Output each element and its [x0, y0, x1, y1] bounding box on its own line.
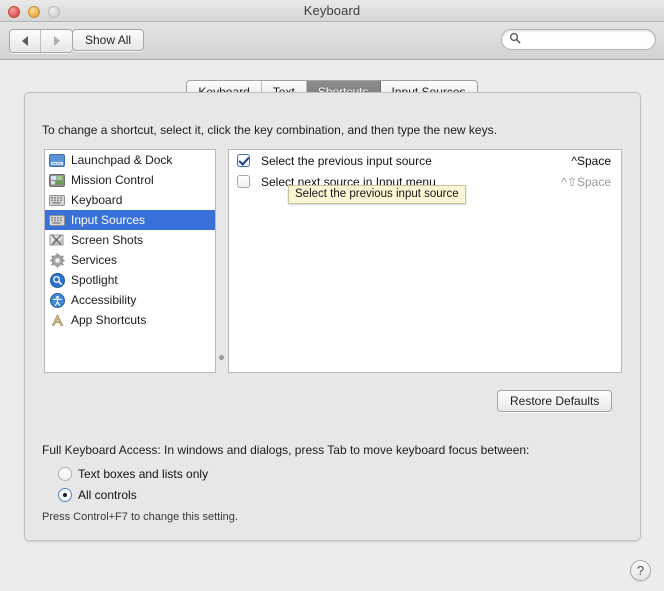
- services-gear-icon: [49, 252, 65, 268]
- sidebar-item-label: App Shortcuts: [71, 313, 147, 327]
- full-keyboard-access-note: Press Control+F7 to change this setting.: [42, 511, 238, 523]
- sidebar-item-input-sources[interactable]: Input Sources: [45, 210, 215, 230]
- sidebar-item-label: Input Sources: [71, 213, 146, 227]
- sidebar-item-label: Mission Control: [71, 173, 154, 187]
- mission-control-icon: [49, 172, 65, 188]
- back-button[interactable]: [10, 30, 41, 52]
- shortcut-checkbox[interactable]: [237, 175, 250, 188]
- keyboard-icon: [49, 192, 65, 208]
- restore-defaults-button[interactable]: Restore Defaults: [497, 390, 613, 412]
- window-titlebar: Keyboard: [0, 0, 664, 22]
- sidebar-item-mission-control[interactable]: Mission Control: [45, 170, 215, 190]
- forward-button[interactable]: [41, 30, 72, 52]
- shortcut-category-list[interactable]: Launchpad & Dock Mission Control Keyboar…: [44, 149, 216, 373]
- triangle-right-icon: [53, 36, 60, 46]
- radio-text-boxes-and-lists-only[interactable]: Text boxes and lists only: [58, 467, 208, 481]
- radio-label: Text boxes and lists only: [78, 467, 209, 481]
- shortcut-checkbox[interactable]: [237, 154, 250, 167]
- app-shortcuts-icon: [49, 312, 65, 328]
- radio-button-icon[interactable]: [58, 467, 72, 481]
- sidebar-item-screen-shots[interactable]: Screen Shots: [45, 230, 215, 250]
- pane-resize-grip[interactable]: [219, 355, 224, 360]
- navigation-buttons: [9, 29, 73, 53]
- sidebar-item-services[interactable]: Services: [45, 250, 215, 270]
- preferences-toolbar: Show All: [0, 22, 664, 60]
- shortcuts-pane: To change a shortcut, select it, click t…: [24, 92, 641, 541]
- sidebar-item-keyboard[interactable]: Keyboard: [45, 190, 215, 210]
- show-all-button[interactable]: Show All: [72, 29, 145, 51]
- sidebar-item-label: Keyboard: [71, 193, 123, 207]
- sidebar-item-spotlight[interactable]: Spotlight: [45, 270, 215, 290]
- radio-button-icon[interactable]: [58, 488, 72, 502]
- sidebar-item-label: Services: [71, 253, 118, 267]
- shortcut-list[interactable]: Select the previous input source ^Space …: [228, 149, 622, 373]
- search-icon: [509, 31, 521, 49]
- shortcut-tooltip: Select the previous input source: [288, 185, 466, 204]
- shortcut-key-combination[interactable]: ^⇧Space: [561, 175, 611, 189]
- radio-label: All controls: [78, 488, 137, 502]
- shortcut-label: Select the previous input source: [261, 153, 432, 168]
- shortcuts-hint: To change a shortcut, select it, click t…: [42, 123, 497, 137]
- help-question-icon[interactable]: ?: [630, 560, 651, 581]
- radio-all-controls[interactable]: All controls: [58, 488, 137, 502]
- input-sources-icon: [49, 212, 65, 228]
- sidebar-item-label: Launchpad & Dock: [71, 153, 173, 167]
- triangle-left-icon: [22, 36, 28, 46]
- screen-shots-icon: [49, 232, 65, 248]
- launchpad-dock-icon: [49, 152, 65, 168]
- full-keyboard-access-label: Full Keyboard Access: In windows and dia…: [42, 443, 530, 457]
- window-title: Keyboard: [303, 3, 361, 18]
- sidebar-item-app-shortcuts[interactable]: App Shortcuts: [45, 310, 215, 330]
- sidebar-item-label: Accessibility: [71, 293, 137, 307]
- spotlight-icon: [49, 272, 65, 288]
- search-input[interactable]: [525, 31, 644, 48]
- accessibility-icon: [49, 292, 65, 308]
- sidebar-item-label: Screen Shots: [71, 233, 144, 247]
- shortcut-key-combination[interactable]: ^Space: [571, 154, 611, 168]
- sidebar-item-launchpad-dock[interactable]: Launchpad & Dock: [45, 150, 215, 170]
- table-row[interactable]: Select the previous input source ^Space: [229, 150, 621, 171]
- sidebar-item-accessibility[interactable]: Accessibility: [45, 290, 215, 310]
- keyboard-preferences-window: Keyboard Show All Keyboard Text: [0, 0, 664, 591]
- sidebar-item-label: Spotlight: [71, 273, 118, 287]
- search-field[interactable]: [501, 29, 656, 50]
